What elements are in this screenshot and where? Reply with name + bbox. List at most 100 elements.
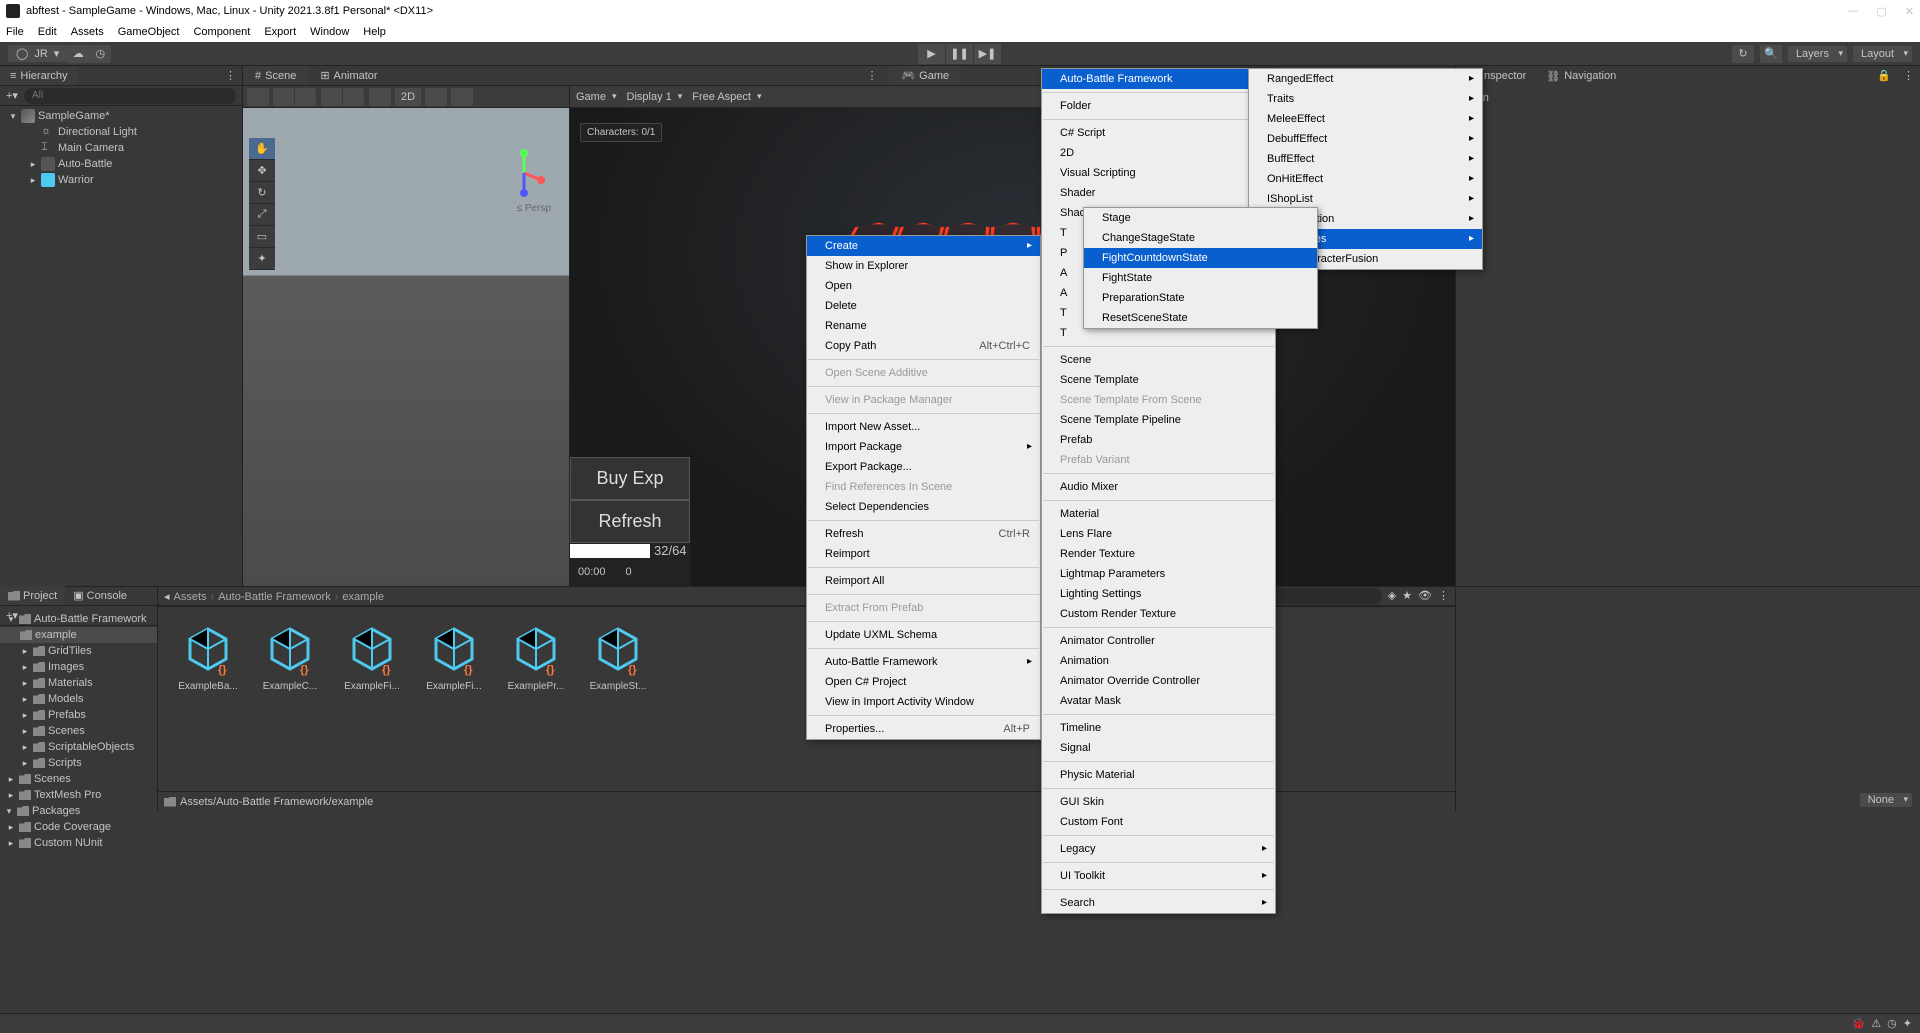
menu-item[interactable]: Export Package... bbox=[807, 457, 1040, 477]
menu-item[interactable]: Shader bbox=[1042, 183, 1275, 203]
scene-view[interactable]: 2D ✋ ✥ ↻ ⤢ ▭ ✦ bbox=[243, 86, 570, 586]
menu-item[interactable]: Show in Explorer bbox=[807, 256, 1040, 276]
menu-item[interactable]: Reimport All bbox=[807, 571, 1040, 591]
play-button[interactable]: ▶ bbox=[918, 44, 946, 64]
menu-item[interactable]: Legacy bbox=[1042, 839, 1275, 859]
layers-dropdown[interactable]: Layers bbox=[1788, 46, 1847, 62]
folder-item[interactable]: ▸Custom NUnit bbox=[0, 835, 157, 851]
menu-item[interactable]: RefreshCtrl+R bbox=[807, 524, 1040, 544]
menu-item[interactable]: Custom Font bbox=[1042, 812, 1275, 832]
menu-item[interactable]: Animator Override Controller bbox=[1042, 671, 1275, 691]
menu-item[interactable]: Auto-Battle Framework bbox=[1042, 69, 1275, 89]
panel-menu-icon[interactable]: ⋮ bbox=[860, 66, 883, 85]
menu-item[interactable]: Physic Material bbox=[1042, 765, 1275, 785]
menu-item[interactable]: Open C# Project bbox=[807, 672, 1040, 692]
menu-item[interactable]: Timeline bbox=[1042, 718, 1275, 738]
menu-item[interactable]: Auto-Battle Framework bbox=[807, 652, 1040, 672]
menu-item[interactable]: Lightmap Parameters bbox=[1042, 564, 1275, 584]
asset-item[interactable]: {}ExampleFi... bbox=[418, 621, 490, 777]
pivot-button[interactable] bbox=[273, 88, 295, 106]
menu-item[interactable]: Create bbox=[807, 236, 1040, 256]
menu-item[interactable]: Avatar Mask bbox=[1042, 691, 1275, 711]
menu-item[interactable]: Material bbox=[1042, 504, 1275, 524]
favorite-icon[interactable]: ★ bbox=[1402, 589, 1412, 602]
2d-toggle[interactable]: 2D bbox=[395, 88, 421, 106]
lock-icon[interactable]: 🔒 bbox=[1871, 66, 1897, 86]
aspect-dropdown[interactable]: Free Aspect bbox=[692, 91, 761, 103]
add-button[interactable]: +▾ bbox=[6, 89, 18, 102]
menu-item[interactable]: ChangeStageState bbox=[1084, 228, 1317, 248]
menu-window[interactable]: Window bbox=[310, 26, 349, 38]
menu-item[interactable]: Visual Scripting bbox=[1042, 163, 1275, 183]
asset-bundle-dropdown[interactable]: None bbox=[1860, 793, 1912, 807]
folder-item[interactable]: ▸Materials bbox=[0, 675, 157, 691]
buy-exp-button[interactable]: Buy Exp bbox=[570, 457, 690, 500]
menu-gameobject[interactable]: GameObject bbox=[118, 26, 180, 38]
menu-item[interactable]: Search bbox=[1042, 893, 1275, 913]
add-button[interactable]: +▾ bbox=[6, 609, 18, 622]
menu-item[interactable]: Rename bbox=[807, 316, 1040, 336]
panel-menu-icon[interactable]: ⋮ bbox=[1438, 589, 1449, 602]
status-icon[interactable]: ⚠ bbox=[1871, 1017, 1881, 1030]
menu-item[interactable]: Delete bbox=[807, 296, 1040, 316]
folder-item[interactable]: ▸Models bbox=[0, 691, 157, 707]
tool-dropdown[interactable] bbox=[247, 88, 269, 106]
hierarchy-tab[interactable]: ≡Hierarchy bbox=[0, 67, 78, 85]
folder-item[interactable]: ▸Images bbox=[0, 659, 157, 675]
status-icon[interactable]: ◷ bbox=[1887, 1017, 1897, 1030]
display-dropdown[interactable]: Display 1 bbox=[627, 91, 683, 103]
menu-item[interactable]: FightState bbox=[1084, 268, 1317, 288]
menu-item[interactable]: Stage bbox=[1084, 208, 1317, 228]
menu-edit[interactable]: Edit bbox=[38, 26, 57, 38]
folder-item[interactable]: ▸Scripts bbox=[0, 755, 157, 771]
menu-item[interactable]: Import Package bbox=[807, 437, 1040, 457]
audio-toggle[interactable] bbox=[451, 88, 473, 106]
refresh-button[interactable]: Refresh bbox=[570, 500, 690, 543]
account-dropdown[interactable]: ◯ JR ▾ bbox=[8, 45, 67, 62]
menu-item[interactable]: ResetSceneState bbox=[1084, 308, 1317, 328]
settings-button[interactable]: ◷ bbox=[89, 45, 111, 63]
hierarchy-item[interactable]: ⌶Main Camera bbox=[0, 140, 242, 156]
menu-component[interactable]: Component bbox=[193, 26, 250, 38]
undo-history-button[interactable]: ↻ bbox=[1732, 45, 1754, 63]
maximize-button[interactable]: ▢ bbox=[1876, 5, 1886, 18]
asset-item[interactable]: {}ExampleC... bbox=[254, 621, 326, 777]
folder-item-selected[interactable]: example bbox=[0, 627, 157, 643]
menu-item[interactable]: Reimport bbox=[807, 544, 1040, 564]
menu-item[interactable]: Properties...Alt+P bbox=[807, 719, 1040, 739]
menu-item[interactable]: Scene Template Pipeline bbox=[1042, 410, 1275, 430]
shading-dropdown[interactable] bbox=[369, 88, 391, 106]
asset-item[interactable]: {}ExamplePr... bbox=[500, 621, 572, 777]
rect-tool[interactable]: ▭ bbox=[249, 226, 275, 248]
menu-item[interactable]: Open bbox=[807, 276, 1040, 296]
rotate-tool[interactable]: ↻ bbox=[249, 182, 275, 204]
menu-item[interactable]: Signal bbox=[1042, 738, 1275, 758]
animator-tab[interactable]: ⊞Animator bbox=[308, 66, 389, 85]
folder-item[interactable]: ▸Scenes bbox=[0, 723, 157, 739]
status-icon[interactable]: 🐞 bbox=[1852, 1017, 1866, 1030]
menu-item[interactable]: GUI Skin bbox=[1042, 792, 1275, 812]
grid-button[interactable] bbox=[321, 88, 343, 106]
menu-item[interactable]: FightCountdownState bbox=[1084, 248, 1317, 268]
game-tab[interactable]: 🎮Game bbox=[889, 66, 961, 85]
menu-item[interactable]: Audio Mixer bbox=[1042, 477, 1275, 497]
scale-tool[interactable]: ⤢ bbox=[249, 204, 275, 226]
hierarchy-item[interactable]: ☼Directional Light bbox=[0, 124, 242, 140]
menu-item[interactable]: C# Script bbox=[1042, 123, 1275, 143]
asset-item[interactable]: {}ExampleFi... bbox=[336, 621, 408, 777]
close-button[interactable]: ✕ bbox=[1905, 5, 1914, 18]
search-button[interactable]: 🔍 bbox=[1760, 45, 1782, 63]
status-icon[interactable]: ✦ bbox=[1903, 1017, 1912, 1030]
menu-item[interactable]: Update UXML Schema bbox=[807, 625, 1040, 645]
folder-item[interactable]: ▾Packages bbox=[0, 803, 157, 819]
menu-item[interactable]: RangedEffect bbox=[1249, 69, 1482, 89]
project-tab[interactable]: Project bbox=[0, 586, 65, 605]
layout-dropdown[interactable]: Layout bbox=[1853, 46, 1912, 62]
menu-item[interactable]: DebuffEffect bbox=[1249, 129, 1482, 149]
menu-item[interactable]: BuffEffect bbox=[1249, 149, 1482, 169]
menu-item[interactable]: Render Texture bbox=[1042, 544, 1275, 564]
menu-item[interactable]: 2D bbox=[1042, 143, 1275, 163]
folder-item[interactable]: ▸Code Coverage bbox=[0, 819, 157, 835]
menu-assets[interactable]: Assets bbox=[71, 26, 104, 38]
menu-item[interactable]: Select Dependencies bbox=[807, 497, 1040, 517]
